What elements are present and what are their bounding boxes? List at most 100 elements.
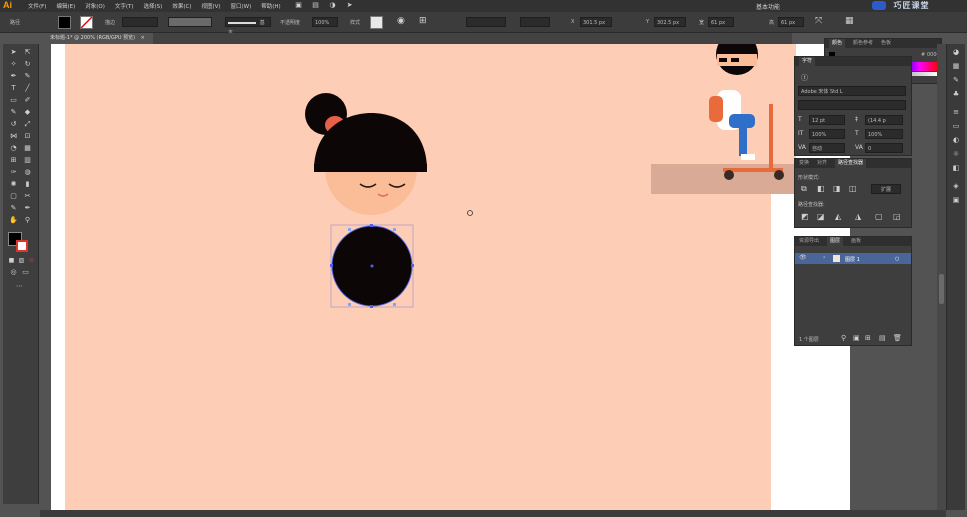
reference-point-field[interactable] [466,17,506,27]
eraser-tool-icon[interactable]: ◆ [23,108,32,117]
blend-tool-icon[interactable]: ◍ [23,168,32,177]
width-tool-icon[interactable]: ⋈ [9,132,18,141]
menu-effect[interactable]: 效果(C) [172,2,191,10]
x-field[interactable]: 301.5 px [580,17,612,27]
rotate-tool-icon[interactable]: ↺ [9,120,18,129]
expand-arrow-icon[interactable]: › [823,254,825,261]
anchor-left[interactable] [330,264,333,267]
tracking-field[interactable]: 0 [865,143,903,153]
pen-tool-icon[interactable]: ✒ [9,72,18,81]
corner-field[interactable] [520,17,550,27]
anchor-right[interactable] [411,264,414,267]
crop-icon[interactable]: ◮ [855,212,861,221]
document-tab[interactable]: 未标题-1* @ 200% (RGB/GPU 预览) × [42,33,153,44]
minus-front-icon[interactable]: ◧ [817,184,825,193]
magic-wand-icon[interactable]: ✧ [9,60,18,69]
outline-icon[interactable]: ▢ [875,212,883,221]
layer-row[interactable]: 👁 › 图层 1 ○ [795,253,911,264]
tab-transform[interactable]: 变换 [799,159,809,168]
graphic-style-swatch[interactable] [370,16,383,29]
transform-icon[interactable]: ⤧ [815,16,822,26]
scale-tool-icon[interactable]: ⤢ [23,120,32,129]
workspace-switcher[interactable]: 基本功能 [756,2,780,11]
arrange-icon[interactable]: ▤ [311,1,320,10]
locate-object-icon[interactable]: ⚲ [841,334,846,342]
column-graph-icon[interactable]: ▮ [23,180,32,189]
edit-toolbar-icon[interactable]: ⋯ [15,282,24,291]
screen-mode-icon[interactable]: ▭ [21,268,30,277]
menu-help[interactable]: 帮助(H) [261,2,280,10]
tab-swatches[interactable]: 色板 [881,39,891,48]
y-field[interactable]: 302.5 px [654,17,686,27]
eyedropper-alt-icon[interactable]: ✒ [23,204,32,213]
opacity-field[interactable]: 100% [312,17,338,27]
width-field[interactable]: 61 px [708,17,734,27]
leading-field[interactable]: (14.4 p [865,115,903,125]
visibility-eye-icon[interactable]: 👁 [799,254,807,261]
stroke-weight-field[interactable] [122,17,158,27]
color-mode-icon[interactable]: ■ [7,256,16,265]
rectangle-tool-icon[interactable]: ▭ [9,96,18,105]
menu-file[interactable]: 文件(F) [28,2,46,10]
unite-icon[interactable]: ⧉ [801,184,807,194]
eyedropper-icon[interactable]: ✑ [9,168,18,177]
brush-definition-field[interactable]: 基本 [225,17,271,36]
touch-type-icon[interactable]: ⓣ [801,73,808,83]
menu-window[interactable]: 窗口(W) [231,2,252,10]
none-mode-icon[interactable]: ⊘ [27,256,36,265]
tab-pathfinder[interactable]: 路径查找器 [835,159,867,168]
free-transform-icon[interactable]: ⊡ [23,132,32,141]
variable-width-field[interactable] [168,17,212,27]
recolor-icon[interactable]: ◉ [397,16,405,26]
menu-select[interactable]: 选择(S) [144,2,163,10]
hand-tool-icon[interactable]: ✋ [9,216,18,225]
swatches-dock-icon[interactable]: ▦ [951,62,961,70]
tab-artboards[interactable]: 画板 [851,237,861,246]
font-family-field[interactable]: Adobe 宋体 Std L [798,86,906,96]
handle-4[interactable] [393,303,396,306]
mesh-tool-icon[interactable]: ⊞ [9,156,18,165]
tab-layers[interactable]: 图层 [827,237,844,246]
anchor-bottom[interactable] [370,305,373,308]
scrollbar-thumb[interactable] [939,274,944,304]
brushes-dock-icon[interactable]: ✎ [951,76,961,84]
direct-selection-tool-icon[interactable]: ⇱ [23,48,32,57]
isolate-icon[interactable]: ▦ [845,16,854,26]
font-style-field[interactable] [798,100,906,110]
eraser-alt-icon[interactable]: ✎ [9,204,18,213]
delete-layer-icon[interactable]: 🗑 [893,334,902,342]
stroke-swatch[interactable] [80,16,93,29]
line-tool-icon[interactable]: ╱ [23,84,32,93]
send-icon[interactable]: ➤ [345,1,354,10]
tab-color[interactable]: 颜色 [829,39,846,48]
minus-back-icon[interactable]: ◲ [893,212,901,221]
gradient-mode-icon[interactable]: ▨ [17,256,26,265]
font-size-field[interactable]: 12 pt [809,115,845,125]
expand-button[interactable]: 扩展 [871,184,901,194]
layer-name[interactable]: 图层 1 [845,256,860,263]
gpu-icon[interactable]: ◑ [328,1,337,10]
vertical-scrollbar[interactable] [937,44,946,510]
artboards-dock-icon[interactable]: ▣ [951,196,961,204]
menu-type[interactable]: 文字(T) [115,2,134,10]
artboard-tool-icon[interactable]: ▢ [9,192,18,201]
symbols-dock-icon[interactable]: ♣ [951,90,961,98]
lasso-icon[interactable]: ↻ [23,60,32,69]
handle-2[interactable] [393,228,396,231]
menu-object[interactable]: 对象(O) [85,2,105,10]
draw-mode-icon[interactable]: ◎ [9,268,18,277]
kerning-field[interactable]: 自动 [809,143,845,153]
tab-color-guide[interactable]: 颜色参考 [853,39,873,48]
vertical-scale-field[interactable]: 100% [809,129,845,139]
new-sublayer-icon[interactable]: ⊞ [865,334,871,342]
appearance-dock-icon[interactable]: ☼ [951,150,961,158]
handle-3[interactable] [348,303,351,306]
graphic-styles-dock-icon[interactable]: ◧ [951,164,961,172]
menu-view[interactable]: 视图(V) [201,2,220,10]
intersect-icon[interactable]: ◨ [833,184,841,193]
transparency-dock-icon[interactable]: ◐ [951,136,961,144]
horizontal-scale-field[interactable]: 100% [865,129,903,139]
bridge-icon[interactable]: ▣ [294,1,303,10]
stroke-color-box[interactable] [16,240,28,252]
clipping-mask-icon[interactable]: ▣ [853,334,860,342]
